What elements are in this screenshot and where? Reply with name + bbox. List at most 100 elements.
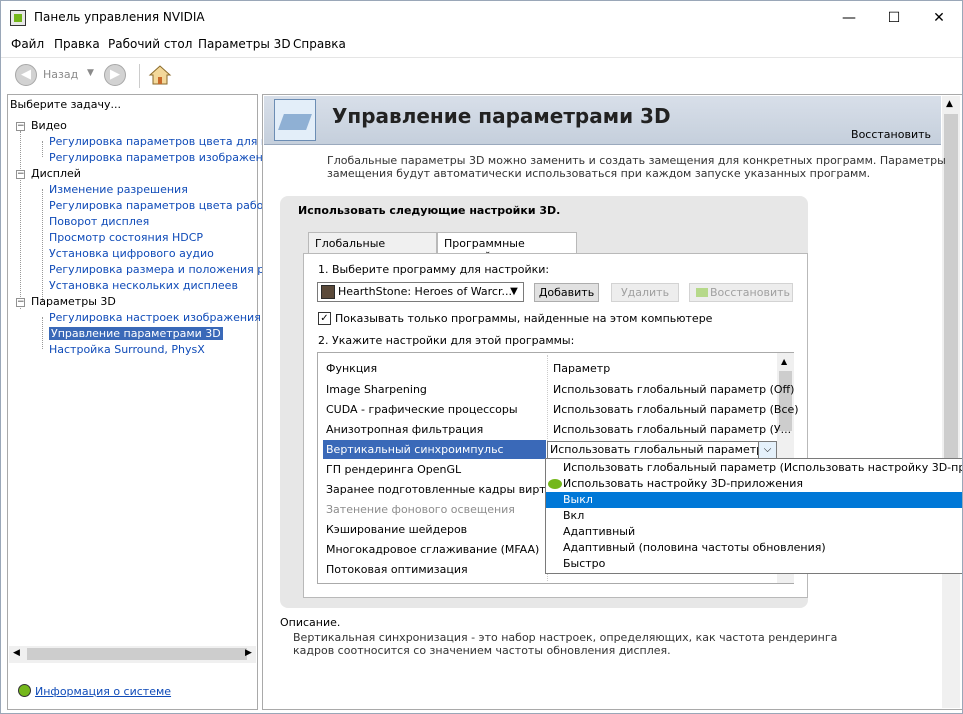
- menu-3d-settings[interactable]: Параметры 3D: [198, 37, 291, 51]
- row-function-disabled: Затенение фонового освещения: [326, 503, 515, 516]
- program-select[interactable]: HearthStone: Heroes of Warcr... ▼: [317, 282, 524, 302]
- row-function[interactable]: ГП рендеринга OpenGL: [326, 463, 461, 476]
- row-function[interactable]: Image Sharpening: [326, 383, 427, 396]
- nvidia-eye-icon: [696, 288, 708, 297]
- vsync-dropdown-list: Использовать глобальный параметр (Исполь…: [545, 458, 962, 574]
- back-history-dropdown-icon[interactable]: ▼: [87, 68, 94, 78]
- system-info-link[interactable]: Информация о системе: [18, 684, 171, 698]
- collapse-display-icon[interactable]: −: [16, 170, 25, 179]
- dropdown-option[interactable]: Использовать настройку 3D-приложения: [546, 476, 962, 492]
- add-button[interactable]: Добавить: [534, 283, 599, 302]
- collapse-3d-icon[interactable]: −: [16, 298, 25, 307]
- tree-group-3d[interactable]: Параметры 3D: [31, 295, 116, 308]
- nvidia-app-icon: [10, 10, 26, 26]
- scroll-left-icon[interactable]: ◀: [13, 648, 20, 658]
- restore-link[interactable]: Восстановить: [851, 128, 931, 141]
- row-function[interactable]: Многокадровое сглаживание (MFAA): [326, 543, 539, 556]
- system-info-label[interactable]: Информация о системе: [35, 685, 171, 698]
- nvidia-eye-icon: [548, 479, 562, 489]
- tree-item-hdcp[interactable]: Просмотр состояния HDCP: [49, 231, 203, 244]
- dropdown-option-selected[interactable]: Выкл: [546, 492, 962, 508]
- tree-item-video-image[interactable]: Регулировка параметров изображения д: [49, 151, 288, 164]
- description-text: Вертикальная синхронизация - это набор н…: [293, 631, 838, 657]
- row-function-vsync[interactable]: Вертикальный синхроимпульс: [326, 443, 504, 456]
- task-pane-header: Выберите задачу...: [10, 98, 122, 111]
- menu-desktop[interactable]: Рабочий стол: [108, 37, 192, 51]
- column-header-parameter[interactable]: Параметр: [553, 362, 610, 375]
- tab-global-settings[interactable]: Глобальные параметры: [308, 232, 437, 263]
- tree-item-surround-physx[interactable]: Настройка Surround, PhysX: [49, 343, 205, 356]
- tree-item-video-color[interactable]: Регулировка параметров цвета для вид: [49, 135, 282, 148]
- back-arrow-icon[interactable]: ◀: [15, 64, 37, 86]
- scroll-right-icon[interactable]: ▶: [245, 648, 252, 658]
- tree-item-resolution[interactable]: Изменение разрешения: [49, 183, 188, 196]
- tree-item-3d-preview[interactable]: Регулировка настроек изображения с пр: [49, 311, 288, 324]
- dropdown-option[interactable]: Быстро: [546, 556, 962, 572]
- restore-button[interactable]: Восстановить: [689, 283, 793, 302]
- nvidia-control-panel-window: Панель управления NVIDIA — ☐ ✕ Файл Прав…: [0, 0, 963, 714]
- row-function[interactable]: Анизотропная фильтрация: [326, 423, 483, 436]
- step1-label: 1. Выберите программу для настройки:: [318, 263, 550, 276]
- dropdown-option[interactable]: Использовать глобальный параметр (Исполь…: [546, 460, 962, 476]
- toolbar-divider: [139, 64, 140, 88]
- tree-item-rotate[interactable]: Поворот дисплея: [49, 215, 149, 228]
- content-pane: Управление параметрами 3D Восстановить ▲…: [262, 94, 962, 710]
- scroll-up-icon[interactable]: ▲: [946, 99, 953, 109]
- vertical-scrollbar[interactable]: ▲: [942, 96, 960, 708]
- collapse-video-icon[interactable]: −: [16, 122, 25, 131]
- row-parameter[interactable]: Использовать глобальный параметр (Все): [553, 403, 799, 416]
- dropdown-option[interactable]: Адаптивный (половина частоты обновления): [546, 540, 962, 556]
- tree-group-video[interactable]: Видео: [31, 119, 67, 132]
- row-function[interactable]: CUDA - графические процессоры: [326, 403, 518, 416]
- 3d-settings-icon: [274, 99, 316, 141]
- back-label[interactable]: Назад: [43, 68, 78, 81]
- program-select-value: HearthStone: Heroes of Warcr...: [338, 285, 512, 298]
- tree-group-display[interactable]: Дисплей: [31, 167, 81, 180]
- tab-program-settings[interactable]: Программные настройки: [437, 232, 577, 263]
- page-description: Глобальные параметры 3D можно заменить и…: [327, 154, 946, 180]
- chevron-down-icon: ⌵: [758, 442, 776, 458]
- row-function[interactable]: Кэширование шейдеров: [326, 523, 467, 536]
- horizontal-scrollbar[interactable]: ◀ ▶: [9, 646, 256, 663]
- page-banner: Управление параметрами 3D Восстановить: [264, 96, 941, 145]
- menu-file[interactable]: Файл: [11, 37, 44, 51]
- tree-connector: [42, 189, 43, 301]
- dropdown-option[interactable]: Вкл: [546, 508, 962, 524]
- scroll-thumb[interactable]: [27, 648, 247, 660]
- tree-item-audio[interactable]: Установка цифрового аудио: [49, 247, 214, 260]
- minimize-button[interactable]: —: [826, 1, 872, 35]
- row-parameter[interactable]: Использовать глобальный параметр (Off): [553, 383, 794, 396]
- vsync-select-value: Использовать глобальный параметр (Ис: [550, 443, 777, 456]
- show-only-label[interactable]: Показывать только программы, найденные н…: [335, 312, 712, 325]
- dropdown-option[interactable]: Адаптивный: [546, 524, 962, 540]
- description-label: Описание.: [280, 616, 341, 629]
- menu-edit[interactable]: Правка: [54, 37, 100, 51]
- window-title: Панель управления NVIDIA: [34, 10, 205, 24]
- show-only-checkbox[interactable]: ✓: [318, 312, 331, 325]
- toolbar: ◀ Назад ▼ ▶: [1, 57, 962, 93]
- remove-button[interactable]: Удалить: [611, 283, 679, 302]
- row-function[interactable]: Заранее подготовленные кадры вирту...: [326, 483, 563, 496]
- row-parameter[interactable]: Использовать глобальный параметр (У...: [553, 423, 791, 436]
- column-header-function[interactable]: Функция: [326, 362, 377, 375]
- scroll-thumb[interactable]: [779, 371, 792, 431]
- tree-item-desktop-color[interactable]: Регулировка параметров цвета рабочег: [49, 199, 282, 212]
- tree-item-manage-3d[interactable]: Управление параметрами 3D: [49, 327, 223, 340]
- dropdown-option-label: Использовать настройку 3D-приложения: [563, 477, 803, 490]
- tree-item-multi-display[interactable]: Установка нескольких дисплеев: [49, 279, 238, 292]
- page-title: Управление параметрами 3D: [332, 104, 671, 128]
- vsync-select[interactable]: Использовать глобальный параметр (Ис ⌵: [547, 441, 777, 459]
- scroll-up-icon[interactable]: ▲: [781, 357, 787, 366]
- title-bar: Панель управления NVIDIA — ☐ ✕: [1, 1, 962, 35]
- tree-connector: [42, 317, 43, 349]
- home-icon[interactable]: [148, 64, 172, 86]
- nvidia-info-icon: [18, 684, 31, 697]
- close-button[interactable]: ✕: [916, 1, 962, 35]
- tree-item-desktop-size[interactable]: Регулировка размера и положения рабо: [49, 263, 285, 276]
- hearthstone-icon: [321, 285, 335, 299]
- menu-help[interactable]: Справка: [293, 37, 346, 51]
- row-function[interactable]: Потоковая оптимизация: [326, 563, 468, 576]
- tree-connector: [20, 131, 21, 309]
- maximize-button[interactable]: ☐: [871, 1, 917, 35]
- forward-arrow-icon[interactable]: ▶: [104, 64, 126, 86]
